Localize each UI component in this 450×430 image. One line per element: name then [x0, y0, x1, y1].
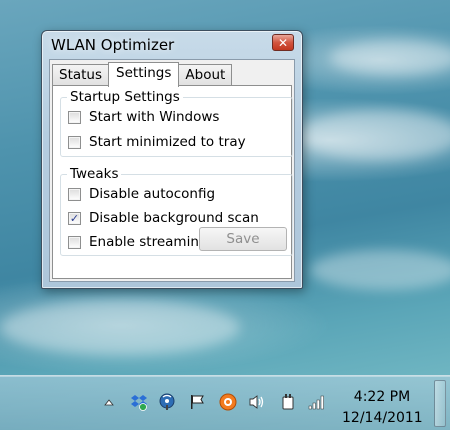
power-icon[interactable]: [279, 392, 297, 412]
disable-background-scan-option[interactable]: ✓ Disable background scan: [68, 209, 259, 227]
start-minimized-checkbox[interactable]: [68, 135, 81, 149]
desktop-cloud: [310, 250, 450, 290]
desktop-cloud: [0, 300, 240, 355]
clock-date[interactable]: 12/14/2011: [342, 410, 423, 426]
disable-autoconfig-option[interactable]: Disable autoconfig: [68, 185, 215, 203]
signal-bars-icon[interactable]: [308, 392, 326, 412]
startup-settings-group: Startup Settings Start with Windows Star…: [60, 89, 293, 157]
tab-status[interactable]: Status: [52, 64, 110, 86]
tab-settings[interactable]: Settings: [108, 62, 180, 87]
close-button[interactable]: ✕: [272, 34, 294, 51]
start-with-windows-option[interactable]: Start with Windows: [68, 108, 219, 126]
start-with-windows-checkbox[interactable]: [68, 110, 81, 124]
taskbar: 4:22 PM 12/14/2011: [0, 375, 450, 430]
tab-strip: Status Settings About: [52, 62, 233, 87]
clock-time[interactable]: 4:22 PM: [342, 389, 422, 405]
window-title: WLAN Optimizer: [51, 36, 175, 54]
close-icon: ✕: [277, 35, 289, 50]
wireless-network-icon[interactable]: [158, 392, 176, 412]
enable-streaming-mode-checkbox[interactable]: [68, 235, 81, 249]
title-bar[interactable]: WLAN Optimizer ✕: [42, 31, 302, 59]
checkmark-icon: ✓: [69, 211, 80, 225]
wlan-optimizer-window: WLAN Optimizer ✕ Status Settings About S…: [41, 30, 303, 289]
start-minimized-label[interactable]: Start minimized to tray: [89, 134, 246, 150]
disable-autoconfig-label[interactable]: Disable autoconfig: [89, 186, 215, 202]
start-with-windows-label[interactable]: Start with Windows: [89, 109, 219, 125]
action-center-flag-icon[interactable]: [188, 392, 206, 412]
dropbox-icon[interactable]: [130, 392, 148, 412]
disable-autoconfig-checkbox[interactable]: [68, 187, 81, 201]
startup-settings-label: Startup Settings: [67, 89, 183, 105]
tweaks-label: Tweaks: [67, 166, 122, 182]
tab-about[interactable]: About: [178, 64, 233, 86]
show-hidden-icons-icon[interactable]: [100, 392, 118, 412]
desktop-cloud: [300, 110, 450, 160]
save-button[interactable]: Save: [199, 227, 287, 251]
start-minimized-option[interactable]: Start minimized to tray: [68, 133, 246, 151]
avast-icon[interactable]: [219, 392, 237, 412]
disable-background-scan-label[interactable]: Disable background scan: [89, 210, 259, 226]
show-desktop-button[interactable]: [434, 380, 446, 427]
volume-icon[interactable]: [248, 392, 266, 412]
disable-background-scan-checkbox[interactable]: ✓: [68, 211, 81, 225]
desktop-cloud: [330, 40, 450, 75]
